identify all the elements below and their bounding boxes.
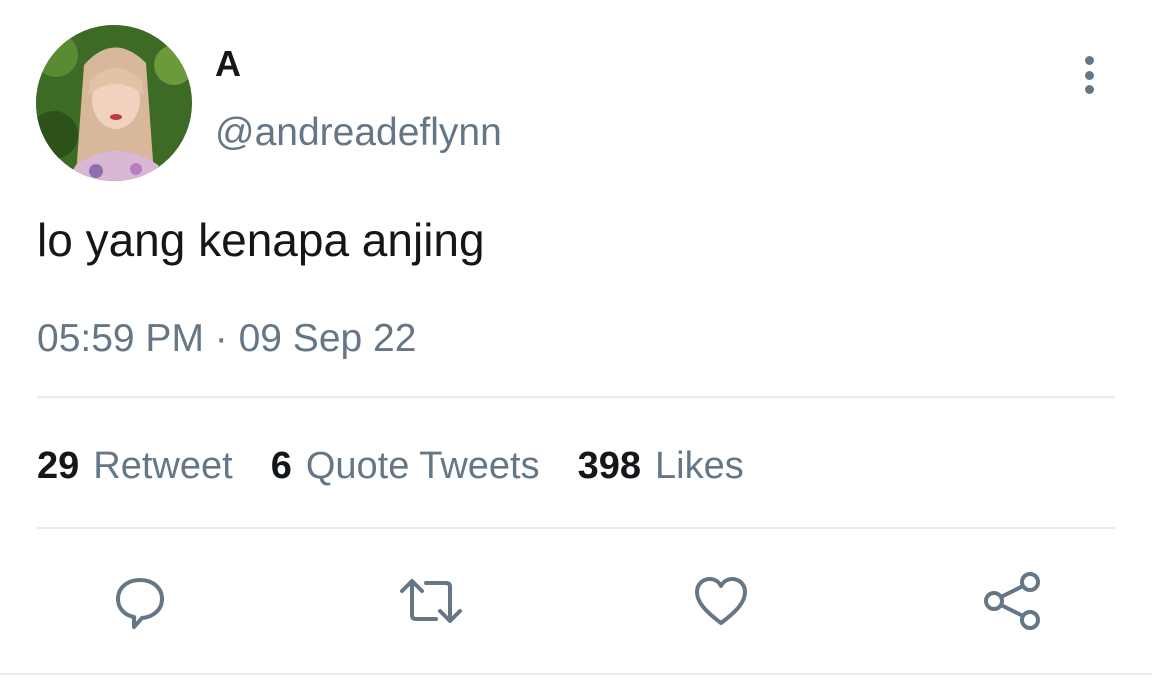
divider <box>0 673 1152 675</box>
retweet-button[interactable] <box>396 566 466 636</box>
retweet-count: 29 <box>37 445 80 487</box>
retweet-stat[interactable]: 29 Retweet <box>37 442 233 490</box>
display-name[interactable]: A <box>215 42 241 86</box>
tweet-timestamp[interactable]: 05:59 PM · 09 Sep 22 <box>37 315 416 363</box>
retweet-label: Retweet <box>93 445 233 487</box>
like-button[interactable] <box>686 566 756 636</box>
quote-tweets-stat[interactable]: 6 Quote Tweets <box>271 442 540 490</box>
tweet-stats: 29 Retweet 6 Quote Tweets 398 Likes <box>37 442 782 490</box>
quote-count: 6 <box>270 445 292 487</box>
more-vertical-icon <box>1084 56 1094 65</box>
retweet-icon <box>400 579 462 623</box>
divider <box>37 396 1115 398</box>
avatar-photo <box>36 25 192 181</box>
tweet-text: lo yang kenapa anjing <box>37 214 485 266</box>
quote-label: Quote Tweets <box>305 445 540 487</box>
avatar[interactable] <box>36 25 192 181</box>
user-handle[interactable]: @andreadeflynn <box>215 110 502 156</box>
reply-icon <box>116 578 164 629</box>
share-button[interactable] <box>977 566 1047 636</box>
reply-button[interactable] <box>105 566 175 636</box>
divider <box>37 527 1115 529</box>
likes-count: 398 <box>577 445 642 487</box>
more-vertical-icon <box>1084 85 1094 94</box>
share-icon <box>984 572 1040 630</box>
likes-label: Likes <box>655 445 744 487</box>
heart-icon <box>695 577 747 625</box>
more-vertical-icon <box>1084 70 1094 80</box>
more-options-button[interactable] <box>1070 52 1108 98</box>
likes-stat[interactable]: 398 Likes <box>578 442 744 490</box>
